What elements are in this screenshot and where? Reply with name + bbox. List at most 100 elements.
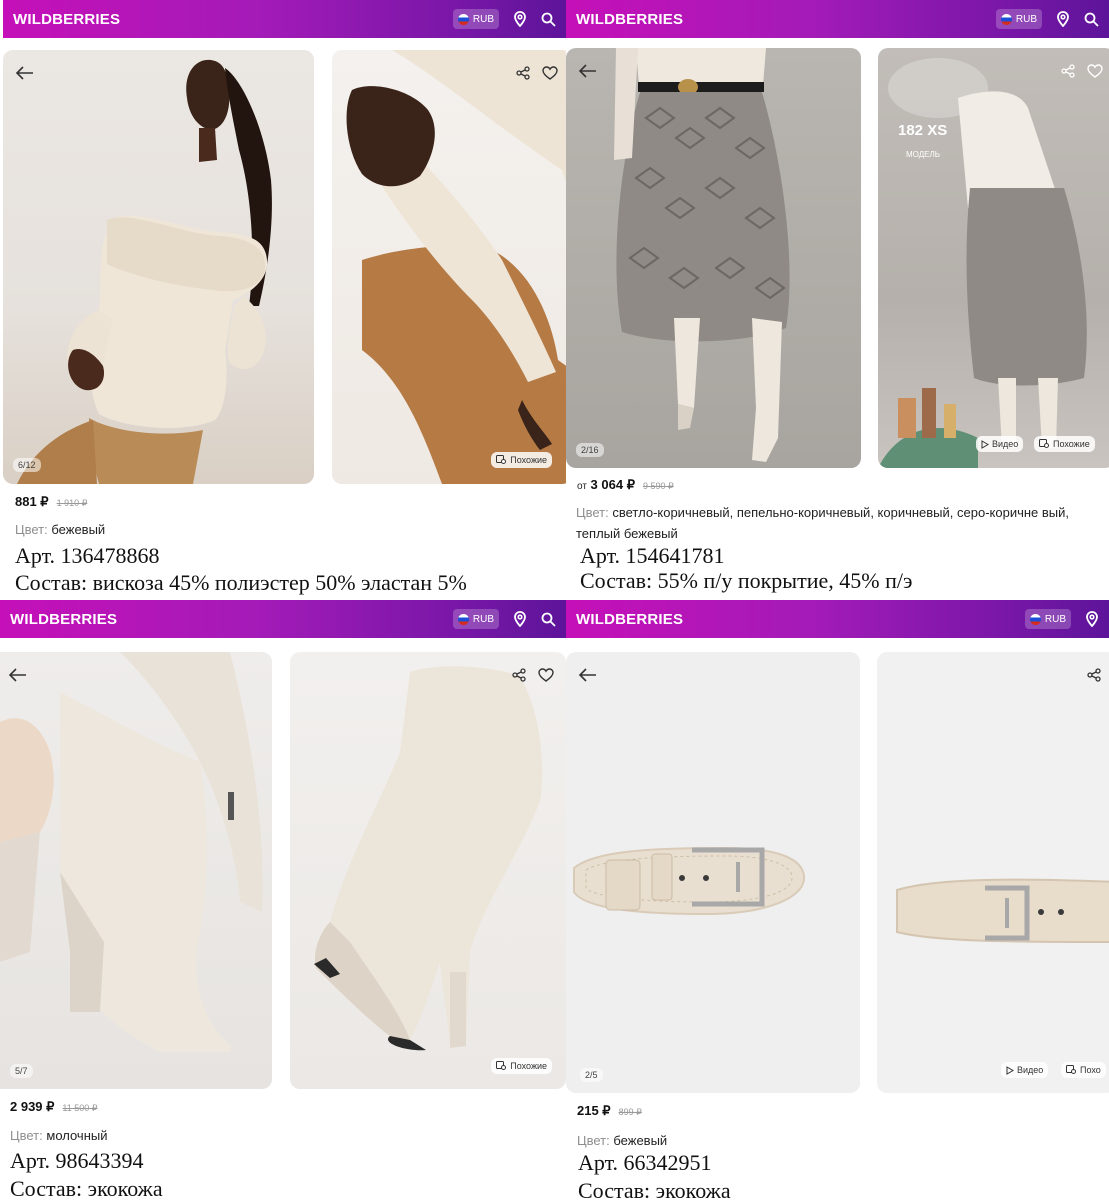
- color-info: Цвет: бежевый: [15, 519, 105, 540]
- model-size-label: МОДЕЛЬ: [906, 150, 940, 159]
- article-number: Арт. 66342951: [578, 1150, 712, 1175]
- similar-icon: [1066, 1065, 1076, 1074]
- photo-counter: 2/5: [580, 1068, 603, 1082]
- flag-ru-icon: [1000, 13, 1012, 25]
- currency-selector[interactable]: RUB: [452, 9, 499, 29]
- color-value: молочный: [46, 1128, 108, 1143]
- app-header: WILDBERRIES RUB: [566, 0, 1109, 38]
- product-photo-secondary[interactable]: 182 XS МОДЕЛЬ Видео Похожие: [878, 48, 1109, 468]
- similar-icon: [496, 1061, 507, 1070]
- location-pin-icon[interactable]: [1056, 11, 1070, 27]
- similar-icon: [496, 455, 507, 464]
- color-value: бежевый: [613, 1133, 668, 1148]
- boot-illustration: [0, 652, 263, 1052]
- brand-logo[interactable]: WILDBERRIES: [576, 11, 683, 28]
- similar-button[interactable]: Похожие: [491, 452, 552, 468]
- product-panel-top-right: WILDBERRIES RUB 2/16 182 XS МОДЕЛЬ Видео…: [566, 0, 1109, 600]
- price-block: 215 ₽ 899 ₽: [577, 1103, 642, 1119]
- article-number: Арт. 136478868: [15, 543, 160, 568]
- belt-side-illustration: [896, 878, 1109, 943]
- search-icon[interactable]: [541, 12, 556, 27]
- product-panel-bottom-left: WILDBERRIES RUB 5/7 Похожие 2 939 ₽ 11 5…: [0, 600, 566, 1200]
- search-icon[interactable]: [541, 612, 556, 627]
- currency-label: RUB: [472, 13, 494, 25]
- share-icon[interactable]: [1061, 64, 1075, 83]
- similar-button[interactable]: Похожие: [491, 1058, 552, 1074]
- brand-logo[interactable]: WILDBERRIES: [576, 611, 683, 628]
- color-info: Цвет: молочный: [10, 1125, 108, 1146]
- currency-label: RUB: [472, 613, 494, 625]
- location-pin-icon[interactable]: [513, 611, 527, 627]
- color-info: Цвет: бежевый: [577, 1130, 667, 1151]
- product-photo-main[interactable]: 5/7: [0, 652, 272, 1089]
- composition: Состав: 55% п/у покрытие, 45% п/э: [580, 568, 913, 593]
- color-value: бежевый: [51, 522, 106, 537]
- video-button[interactable]: Видео: [976, 436, 1024, 452]
- composition: Состав: экокожа: [10, 1176, 163, 1200]
- similar-label: Похожие: [1053, 439, 1090, 449]
- photo-counter: 6/12: [13, 458, 41, 472]
- price: 2 939 ₽: [10, 1099, 55, 1114]
- product-panel-top-left: WILDBERRIES RUB 6/12 Похожие 881 ₽ 1 910…: [3, 0, 566, 600]
- product-photo-main[interactable]: 6/12: [3, 50, 314, 484]
- color-label: Цвет:: [10, 1128, 43, 1143]
- back-arrow-icon[interactable]: [578, 668, 598, 687]
- video-button[interactable]: Видео: [1001, 1062, 1049, 1078]
- heart-icon[interactable]: [1087, 64, 1103, 83]
- brand-logo[interactable]: WILDBERRIES: [13, 11, 120, 28]
- model-sweater-illustration: [17, 59, 272, 484]
- photo-counter: 5/7: [10, 1064, 33, 1078]
- product-photo-secondary[interactable]: Похожие: [332, 50, 566, 484]
- app-header: WILDBERRIES RUB: [3, 0, 566, 38]
- price: 215 ₽: [577, 1103, 611, 1118]
- product-photo-main[interactable]: 2/5: [566, 652, 860, 1093]
- back-arrow-icon[interactable]: [8, 668, 28, 687]
- share-icon[interactable]: [516, 66, 530, 85]
- back-arrow-icon[interactable]: [15, 66, 35, 85]
- location-pin-icon[interactable]: [1085, 611, 1099, 627]
- location-pin-icon[interactable]: [513, 11, 527, 27]
- product-photo-main[interactable]: 2/16: [566, 48, 861, 468]
- share-icon[interactable]: [512, 668, 526, 687]
- currency-selector[interactable]: RUB: [1024, 609, 1071, 629]
- color-label: Цвет:: [15, 522, 48, 537]
- similar-button[interactable]: Похожие: [1034, 436, 1095, 452]
- app-header: WILDBERRIES RUB: [566, 600, 1109, 638]
- brand-logo[interactable]: WILDBERRIES: [10, 611, 117, 628]
- heart-icon[interactable]: [538, 668, 554, 687]
- play-icon: [981, 439, 989, 449]
- similar-label: Похо: [1080, 1065, 1101, 1075]
- similar-label: Похожие: [510, 455, 547, 465]
- back-arrow-icon[interactable]: [578, 64, 598, 83]
- currency-selector[interactable]: RUB: [452, 609, 499, 629]
- model-size: 182 XS: [898, 122, 948, 139]
- model-with-jacket-illustration: [878, 58, 1087, 468]
- currency-selector[interactable]: RUB: [995, 9, 1042, 29]
- heart-icon[interactable]: [542, 66, 558, 85]
- video-label: Видео: [992, 439, 1019, 449]
- similar-button[interactable]: Похо: [1061, 1062, 1106, 1078]
- color-label: Цвет:: [577, 1133, 610, 1148]
- flag-ru-icon: [457, 13, 469, 25]
- color-info: Цвет: светло-коричневый, пепельно-коричн…: [576, 502, 1108, 544]
- currency-label: RUB: [1015, 13, 1037, 25]
- old-price: 1 910 ₽: [56, 498, 88, 508]
- price-block: 881 ₽ 1 910 ₽: [15, 494, 87, 510]
- skirt-model-illustration: [614, 48, 790, 462]
- old-price: 9 590 ₽: [642, 481, 674, 491]
- price-prefix: от: [577, 481, 587, 492]
- article-number: Арт. 154641781: [580, 543, 725, 568]
- play-icon: [1006, 1065, 1014, 1075]
- old-price: 899 ₽: [618, 1107, 642, 1117]
- product-photo-secondary[interactable]: Похожие: [290, 652, 566, 1089]
- search-icon[interactable]: [1084, 12, 1099, 27]
- composition: Состав: экокожа: [578, 1178, 731, 1200]
- composition: Состав: вискоза 45% полиэстер 50% эласта…: [15, 570, 467, 595]
- video-label: Видео: [1017, 1065, 1044, 1075]
- currency-label: RUB: [1044, 613, 1066, 625]
- share-icon[interactable]: [1087, 668, 1101, 687]
- product-photo-secondary[interactable]: Видео Похо: [877, 652, 1109, 1093]
- similar-label: Похожие: [510, 1061, 547, 1071]
- app-header: WILDBERRIES RUB: [0, 600, 566, 638]
- similar-icon: [1039, 439, 1049, 448]
